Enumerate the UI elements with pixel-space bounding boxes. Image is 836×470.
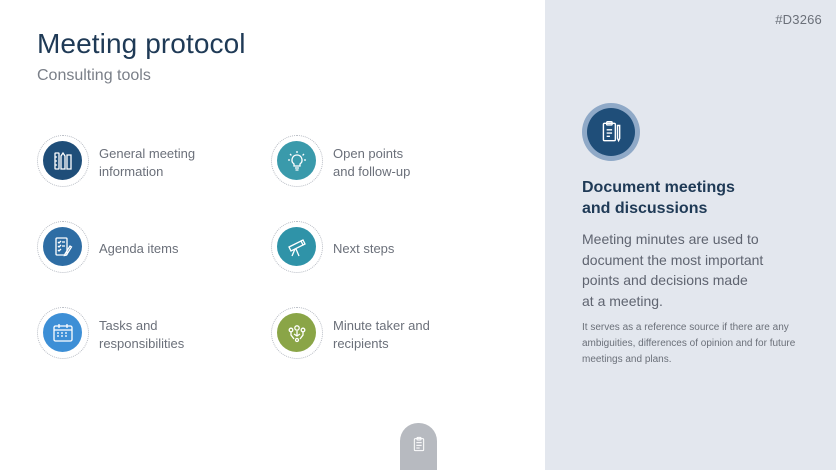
item-label: Agenda items — [99, 241, 179, 256]
slide-id: #D3266 — [775, 12, 822, 27]
lightbulb-icon — [277, 141, 316, 180]
bottom-tab[interactable] — [400, 423, 437, 470]
feature-body: Meeting minutes are used to document the… — [582, 231, 764, 309]
item-agenda-items[interactable]: Agenda items — [37, 221, 267, 277]
item-badge — [271, 307, 323, 359]
page-title: Meeting protocol — [37, 28, 246, 59]
item-general-meeting-information[interactable]: General meeting information — [37, 135, 267, 191]
item-label: Minute taker and recipients — [333, 318, 430, 351]
item-badge — [37, 307, 89, 359]
item-badge — [271, 221, 323, 273]
item-minute-taker[interactable]: Minute taker and recipients — [271, 307, 501, 363]
clipboard-pen-icon — [587, 108, 635, 156]
people-network-icon — [277, 313, 316, 352]
item-tasks-responsibilities[interactable]: Tasks and responsibilities — [37, 307, 267, 363]
telescope-icon — [277, 227, 316, 266]
clipboard-icon — [413, 436, 424, 452]
checklist-pen-icon — [43, 227, 82, 266]
feature-note: It serves as a reference source if there… — [582, 322, 796, 365]
item-badge — [37, 221, 89, 273]
item-label: Tasks and responsibilities — [99, 318, 185, 351]
feature-badge — [582, 103, 640, 161]
page-subtitle: Consulting tools — [37, 67, 151, 84]
item-badge — [37, 135, 89, 187]
item-badge — [271, 135, 323, 187]
item-label: Next steps — [333, 241, 395, 256]
item-label: General meeting information — [99, 146, 196, 179]
item-label: Open points and follow-up — [333, 146, 411, 179]
item-open-points[interactable]: Open points and follow-up — [271, 135, 501, 191]
item-next-steps[interactable]: Next steps — [271, 221, 501, 277]
feature-heading: Document meetings and discussions — [582, 179, 735, 217]
calendar-icon — [43, 313, 82, 352]
pencils-ruler-icon — [43, 141, 82, 180]
